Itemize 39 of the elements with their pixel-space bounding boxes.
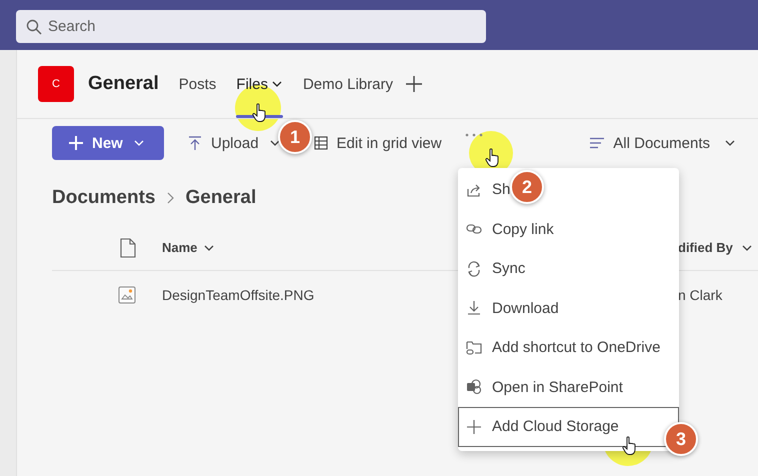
column-header[interactable]: Name: [162, 240, 198, 255]
search-icon: [26, 19, 42, 35]
toolbar-button[interactable]: Upload: [187, 134, 281, 152]
sharepoint-icon: [466, 379, 482, 396]
menu-item[interactable]: Download: [458, 288, 679, 328]
add-icon[interactable]: [404, 75, 423, 93]
breadcrumb-item[interactable]: Documents: [52, 187, 156, 209]
menu-item[interactable]: Open in SharePoint: [458, 368, 679, 407]
tab[interactable]: Posts: [178, 50, 216, 118]
menu-item[interactable]: Add shortcut to OneDrive: [458, 328, 679, 368]
breadcrumb-item[interactable]: General: [185, 187, 256, 209]
menu-item[interactable]: Copy link: [458, 210, 679, 249]
plus-icon: [466, 418, 482, 435]
sync-icon: [466, 260, 482, 277]
step-badge: 1: [278, 120, 312, 154]
channel-name: General: [88, 73, 159, 95]
channel-avatar: C: [38, 66, 74, 102]
table-cell: n Clark: [678, 287, 722, 303]
column-header[interactable]: dified By: [678, 240, 733, 255]
tab[interactable]: Demo Library: [302, 50, 393, 118]
more-icon[interactable]: [464, 132, 484, 138]
search-field[interactable]: Search: [16, 10, 486, 43]
image-file-icon: [118, 286, 136, 304]
folder-link-icon: [466, 340, 482, 356]
share-icon: [466, 182, 482, 198]
menu-item[interactable]: Sync: [458, 249, 679, 288]
plus-icon: [68, 135, 84, 151]
step-badge: 3: [664, 422, 698, 456]
download-icon: [466, 300, 482, 316]
file-icon: [120, 238, 136, 258]
file-name[interactable]: DesignTeamOffsite.PNG: [162, 287, 314, 303]
upload-icon: [187, 135, 203, 151]
hand-cursor-icon: [252, 103, 268, 123]
toolbar-button[interactable]: Edit in grid view: [312, 134, 442, 152]
new-button[interactable]: New: [52, 126, 164, 160]
chevron-right-icon: [165, 191, 176, 205]
grid-icon: [312, 135, 329, 151]
lines-icon: [589, 137, 606, 149]
view-switcher[interactable]: All Documents: [589, 134, 736, 152]
